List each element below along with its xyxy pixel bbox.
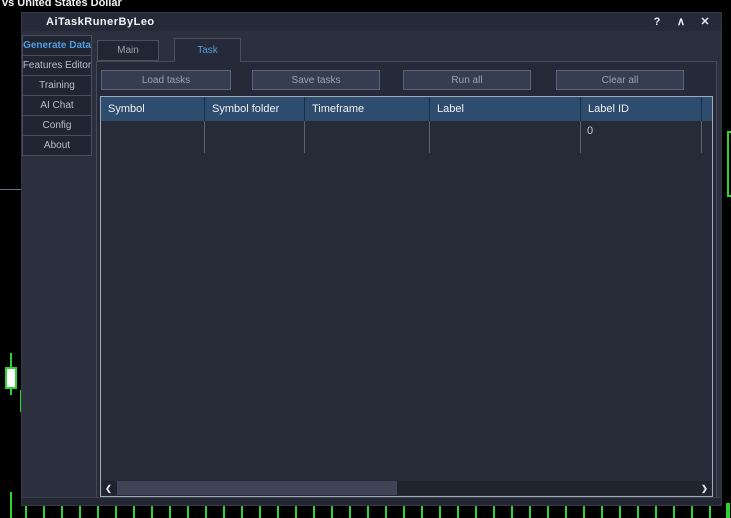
cell-filler bbox=[702, 121, 712, 153]
clear-all-button[interactable]: Clear all bbox=[556, 70, 684, 90]
chart-tick bbox=[223, 506, 225, 518]
column-header-label[interactable]: Label bbox=[430, 97, 581, 121]
tasks-table: Symbol Symbol folder Timeframe Label Lab… bbox=[100, 96, 713, 497]
chart-tick bbox=[79, 506, 81, 518]
candlestick-fragment bbox=[727, 131, 731, 133]
candlestick-fragment bbox=[726, 503, 730, 518]
chart-tick bbox=[133, 506, 135, 518]
cell-symbol[interactable] bbox=[101, 121, 205, 153]
load-tasks-button[interactable]: Load tasks bbox=[101, 70, 231, 90]
tab-main[interactable]: Main bbox=[97, 40, 159, 61]
column-header-filler bbox=[702, 97, 712, 121]
chart-tick bbox=[385, 506, 387, 518]
cell-label[interactable] bbox=[430, 121, 581, 153]
chart-tick bbox=[259, 506, 261, 518]
sidebar: Generate Data Features Editor Training A… bbox=[22, 36, 92, 156]
chart-tick bbox=[439, 506, 441, 518]
window-body: Generate Data Features Editor Training A… bbox=[22, 31, 721, 505]
candlestick-wick bbox=[10, 353, 12, 367]
sidebar-item-generate-data[interactable]: Generate Data bbox=[22, 35, 92, 56]
horizontal-scrollbar[interactable]: ❮ ❯ bbox=[102, 481, 711, 495]
chart-tick bbox=[637, 506, 639, 518]
chart-tick bbox=[457, 506, 459, 518]
chart-tick bbox=[673, 506, 675, 518]
chart-tick bbox=[475, 506, 477, 518]
column-header-label-id[interactable]: Label ID bbox=[581, 97, 702, 121]
close-button[interactable]: ✕ bbox=[699, 13, 711, 31]
chart-tick bbox=[691, 506, 693, 518]
chart-tick bbox=[295, 506, 297, 518]
cell-label-id[interactable]: 0 bbox=[581, 121, 702, 153]
help-button[interactable]: ? bbox=[651, 13, 663, 31]
column-header-symbol-folder[interactable]: Symbol folder bbox=[205, 97, 305, 121]
cell-timeframe[interactable] bbox=[305, 121, 430, 153]
save-tasks-button[interactable]: Save tasks bbox=[252, 70, 380, 90]
candlestick-fragment bbox=[10, 492, 12, 518]
sidebar-item-about[interactable]: About bbox=[22, 135, 92, 156]
chart-tick bbox=[367, 506, 369, 518]
sidebar-item-features-editor[interactable]: Features Editor bbox=[22, 55, 92, 76]
chart-tick bbox=[511, 506, 513, 518]
chart-tick bbox=[313, 506, 315, 518]
chart-price-line bbox=[0, 189, 21, 190]
chart-tick bbox=[709, 506, 711, 518]
column-header-timeframe[interactable]: Timeframe bbox=[305, 97, 430, 121]
window-bottom-edge bbox=[22, 497, 721, 505]
chart-tick bbox=[493, 506, 495, 518]
chart-tick bbox=[25, 506, 27, 518]
chart-tick bbox=[583, 506, 585, 518]
chart-tick bbox=[547, 506, 549, 518]
scroll-right-icon[interactable]: ❯ bbox=[698, 481, 711, 495]
candlestick-fragment bbox=[727, 195, 731, 197]
chart-tick bbox=[97, 506, 99, 518]
sidebar-item-ai-chat[interactable]: AI Chat bbox=[22, 95, 92, 116]
chart-tick bbox=[277, 506, 279, 518]
candlestick-body bbox=[5, 367, 17, 389]
titlebar-buttons: ? ∧ ✕ bbox=[651, 13, 711, 31]
chart-tick bbox=[403, 506, 405, 518]
cell-symbol-folder[interactable] bbox=[205, 121, 305, 153]
candlestick-fragment bbox=[727, 131, 729, 197]
app-window: AiTaskRunerByLeo ? ∧ ✕ Generate Data Fea… bbox=[21, 12, 722, 506]
candlestick-wick bbox=[10, 389, 12, 395]
run-all-button[interactable]: Run all bbox=[403, 70, 531, 90]
table-header: Symbol Symbol folder Timeframe Label Lab… bbox=[101, 97, 712, 121]
chart-tick bbox=[151, 506, 153, 518]
chart-tick bbox=[43, 506, 45, 518]
chart-tick bbox=[61, 506, 63, 518]
chart-tick bbox=[565, 506, 567, 518]
chart-tick bbox=[331, 506, 333, 518]
chart-tick bbox=[115, 506, 117, 518]
titlebar[interactable]: AiTaskRunerByLeo ? ∧ ✕ bbox=[22, 13, 721, 31]
chart-tick bbox=[187, 506, 189, 518]
chart-tick bbox=[241, 506, 243, 518]
window-title: AiTaskRunerByLeo bbox=[46, 16, 155, 28]
chart-tick bbox=[529, 506, 531, 518]
collapse-button[interactable]: ∧ bbox=[675, 13, 687, 31]
scroll-left-icon[interactable]: ❮ bbox=[102, 481, 115, 495]
chart-tick bbox=[655, 506, 657, 518]
sidebar-item-training[interactable]: Training bbox=[22, 75, 92, 96]
scrollbar-thumb[interactable] bbox=[117, 481, 397, 495]
table-row[interactable]: 0 bbox=[101, 121, 712, 153]
chart-tick bbox=[619, 506, 621, 518]
chart-tick bbox=[169, 506, 171, 518]
chart-tick bbox=[421, 506, 423, 518]
chart-tick bbox=[205, 506, 207, 518]
screen: vs United States Dollar AiTaskRunerByLeo… bbox=[0, 0, 731, 518]
chart-tick bbox=[349, 506, 351, 518]
column-header-symbol[interactable]: Symbol bbox=[101, 97, 205, 121]
tab-task[interactable]: Task bbox=[174, 38, 241, 62]
chart-title: vs United States Dollar bbox=[2, 0, 122, 9]
chart-tick bbox=[601, 506, 603, 518]
sidebar-item-config[interactable]: Config bbox=[22, 115, 92, 136]
task-pane: Load tasks Save tasks Run all Clear all … bbox=[96, 61, 717, 498]
